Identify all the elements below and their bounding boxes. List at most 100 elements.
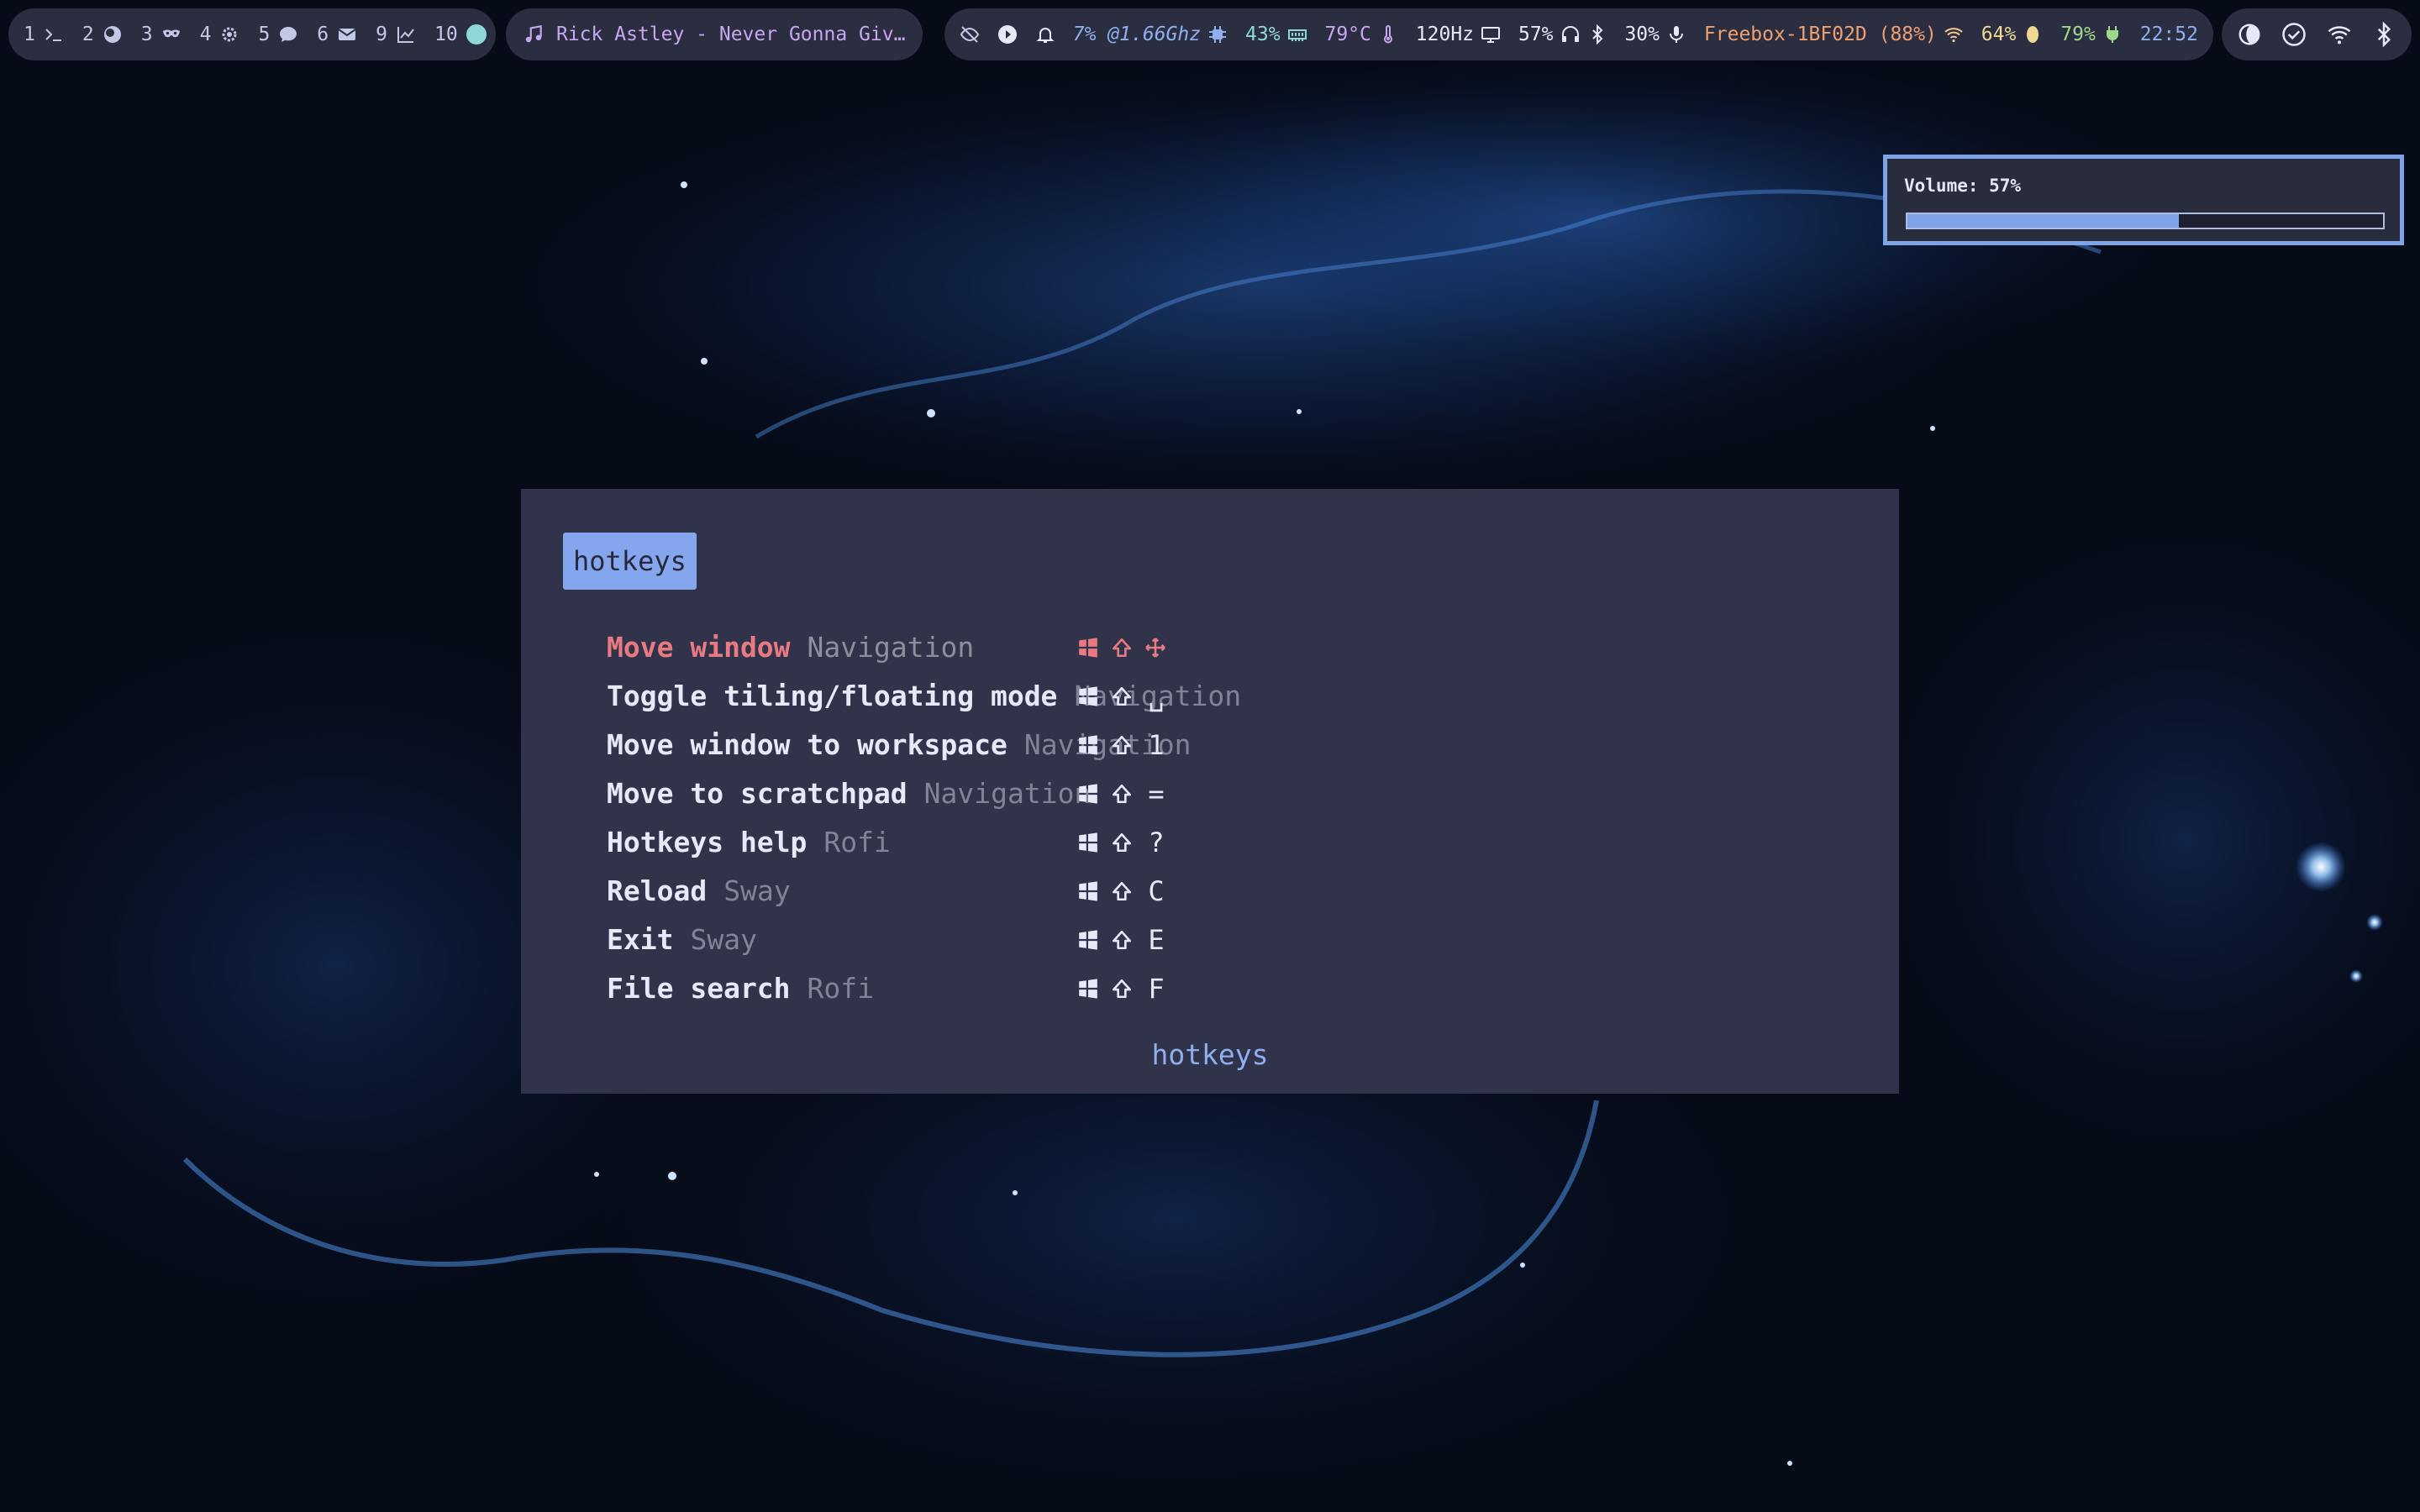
windows-key-icon xyxy=(1077,978,1099,1000)
shift-icon xyxy=(1111,685,1133,707)
workspace-4[interactable]: 4 xyxy=(200,24,240,45)
windows-key-icon xyxy=(1077,783,1099,805)
key-label: 1 xyxy=(1148,729,1165,761)
mic-status[interactable]: 30% xyxy=(1624,24,1686,45)
shift-icon xyxy=(1111,832,1133,853)
hotkey-name: Move window xyxy=(607,631,791,664)
memory-value: 43% xyxy=(1245,24,1281,45)
hotkey-entry[interactable]: Hotkeys help Rofi? xyxy=(607,818,1615,867)
volume-status[interactable]: 57% xyxy=(1518,24,1607,45)
mail-icon xyxy=(337,24,357,45)
workspace-1[interactable]: 1 xyxy=(24,24,64,45)
launcher-prompt: hotkeys xyxy=(563,533,697,590)
wifi-icon xyxy=(1944,24,1964,45)
mic-value: 30% xyxy=(1624,24,1660,45)
memory-icon xyxy=(1287,24,1307,45)
hotkey-keys: ? xyxy=(1077,818,1168,867)
workspace-9[interactable]: 9 xyxy=(376,24,416,45)
hotkey-entry[interactable]: Move window to workspace Navigation 1 xyxy=(607,721,1615,769)
volume-osd: Volume: 57% xyxy=(1883,155,2404,245)
workspace-6[interactable]: 6 xyxy=(317,24,357,45)
display-status[interactable]: 120Hz xyxy=(1416,24,1501,45)
thermometer-icon xyxy=(1378,24,1398,45)
notifications[interactable] xyxy=(1035,24,1055,45)
hotkey-category: Navigation xyxy=(807,631,975,664)
media-player-widget[interactable]: Rick Astley - Never Gonna Giv… xyxy=(506,8,923,60)
chart-icon xyxy=(396,24,416,45)
workspace-number: 5 xyxy=(258,24,271,45)
cpu-freq: 7% @1.66Ghz xyxy=(1072,24,1202,45)
memory-status[interactable]: 43% xyxy=(1245,24,1307,45)
hotkey-category: Sway xyxy=(723,874,791,907)
key-label: F xyxy=(1148,973,1165,1005)
workspace-3[interactable]: 3 xyxy=(141,24,182,45)
wifi-icon[interactable] xyxy=(2327,22,2352,47)
idle-inhibitor[interactable] xyxy=(960,24,980,45)
bluetooth-icon[interactable] xyxy=(2371,22,2396,47)
app-tray-icon[interactable] xyxy=(2237,22,2262,47)
hotkey-entry[interactable]: Exit Sway E xyxy=(607,916,1615,964)
hotkey-name: File search xyxy=(607,972,791,1005)
volume-bar xyxy=(1906,213,2385,229)
clock-time: 22:52 xyxy=(2139,24,2198,45)
launcher-footer: hotkeys xyxy=(1151,1038,1269,1071)
status-bar: 7% @1.66Ghz 43% 79°C 120Hz 57% 30% Freeb… xyxy=(944,8,2213,60)
hotkey-entry[interactable]: Move window Navigation xyxy=(607,623,1615,672)
hotkey-keys: ␣ xyxy=(1077,672,1168,721)
hotkey-category: Rofi xyxy=(823,826,891,858)
eye-off-icon xyxy=(960,24,980,45)
network-status[interactable]: Freebox-1BF02D (88%) xyxy=(1704,24,1964,45)
hotkey-keys xyxy=(1077,623,1166,672)
workspace-number: 4 xyxy=(199,24,212,45)
shift-icon xyxy=(1111,783,1133,805)
volume-label: Volume: 57% xyxy=(1904,176,2022,196)
hotkey-keys: E xyxy=(1077,916,1168,964)
battery-charging-icon xyxy=(2102,24,2123,45)
hotkey-keys: 1 xyxy=(1077,721,1168,769)
hotkey-name: Move to scratchpad xyxy=(607,777,908,810)
workspace-5[interactable]: 5 xyxy=(258,24,298,45)
battery-value: 79% xyxy=(2060,24,2096,45)
play-button[interactable] xyxy=(997,24,1018,45)
shift-icon xyxy=(1111,637,1133,659)
workspace-number: 2 xyxy=(82,24,94,45)
hotkey-name: Toggle tiling/floating mode xyxy=(607,680,1058,712)
hotkey-entry[interactable]: Toggle tiling/floating mode Navigation ␣ xyxy=(607,672,1615,721)
volume-bar-fill xyxy=(1907,214,2179,228)
windows-key-icon xyxy=(1077,880,1099,902)
network-name: Freebox-1BF02D (88%) xyxy=(1703,24,1937,45)
hotkey-entry[interactable]: Move to scratchpad Navigation = xyxy=(607,769,1615,818)
brightness-icon xyxy=(2023,24,2043,45)
cpu-status[interactable]: 7% @1.66Ghz xyxy=(1073,24,1228,45)
brightness-status[interactable]: 64% xyxy=(1981,24,2044,45)
system-tray xyxy=(2222,8,2412,60)
battery-status[interactable]: 79% xyxy=(2060,24,2123,45)
shift-icon xyxy=(1111,978,1133,1000)
check-circle-icon[interactable] xyxy=(2281,22,2307,47)
workspaces-bar: 1 2 3 4 5 6 9 10 xyxy=(8,8,496,60)
workspace-number: 6 xyxy=(317,24,329,45)
browser-icon xyxy=(103,24,123,45)
hotkey-name: Exit xyxy=(607,923,674,956)
hotkey-entry[interactable]: Reload Sway C xyxy=(607,867,1615,916)
workspace-2[interactable]: 2 xyxy=(82,24,123,45)
shift-icon xyxy=(1111,880,1133,902)
workspace-number: 1 xyxy=(24,24,35,45)
windows-key-icon xyxy=(1077,685,1099,707)
hotkey-name: Reload xyxy=(607,874,708,907)
hotkey-keys: F xyxy=(1077,964,1168,1013)
clock[interactable]: 22:52 xyxy=(2140,24,2198,45)
hotkey-entry[interactable]: File search Rofi F xyxy=(607,964,1615,1013)
temperature-value: 79°C xyxy=(1324,24,1371,45)
hotkey-name: Move window to workspace xyxy=(607,728,1007,761)
workspace-10[interactable]: 10 xyxy=(434,24,487,45)
windows-key-icon xyxy=(1077,929,1099,951)
key-label: C xyxy=(1148,875,1165,907)
hotkey-keys: = xyxy=(1077,769,1168,818)
hotkeys-launcher: hotkeys Move window Navigation Toggle tili… xyxy=(521,489,1899,1094)
mask-icon xyxy=(161,24,182,45)
temperature-status[interactable]: 79°C xyxy=(1324,24,1397,45)
key-label: ␣ xyxy=(1148,680,1165,712)
windows-key-icon xyxy=(1077,734,1099,756)
key-label: ? xyxy=(1148,827,1165,858)
